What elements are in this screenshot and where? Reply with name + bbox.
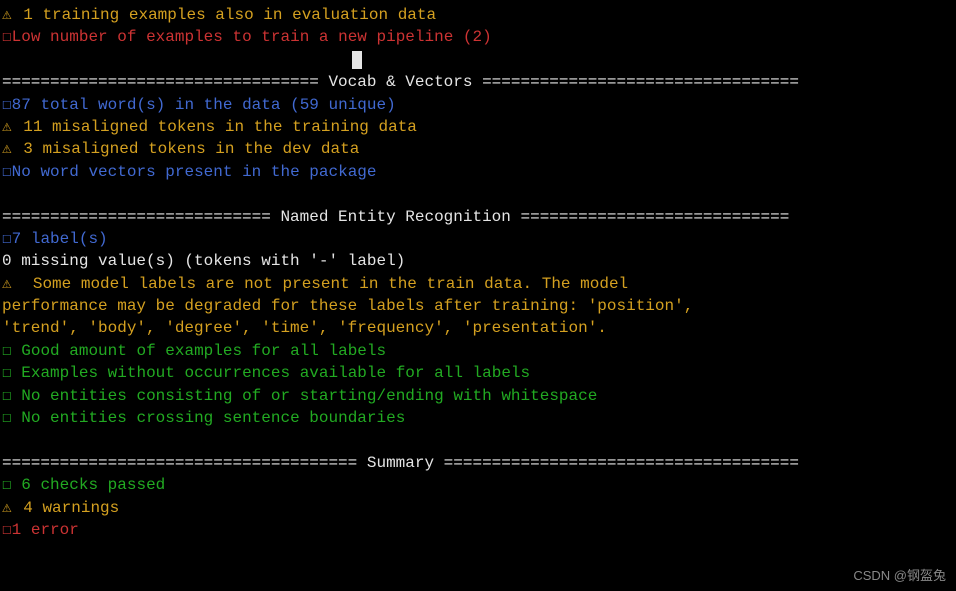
blank-line: [0, 429, 956, 451]
warning-icon: [2, 140, 14, 158]
success-text: Good amount of examples for all labels: [12, 342, 386, 360]
warning-text: 3 misaligned tokens in the dev data: [14, 140, 360, 158]
warning-text: Some model labels are not present in the…: [14, 275, 629, 293]
summary-errors: 1 error: [0, 519, 956, 541]
info-icon: [2, 96, 12, 114]
check-icon: [2, 387, 12, 405]
warning-continuation: 'trend', 'body', 'degree', 'time', 'freq…: [0, 317, 956, 339]
warning-icon: [2, 499, 14, 517]
info-icon: [2, 230, 12, 248]
warning-continuation: performance may be degraded for these la…: [0, 295, 956, 317]
info-icon: [2, 163, 12, 181]
info-text: No word vectors present in the package: [12, 163, 377, 181]
info-line: No word vectors present in the package: [0, 161, 956, 183]
info-text: 87 total word(s) in the data (59 unique): [12, 96, 396, 114]
text-cursor: [352, 51, 362, 69]
info-line: 87 total word(s) in the data (59 unique): [0, 94, 956, 116]
section-header-summary: ===================================== Su…: [0, 452, 956, 474]
summary-passed-text: 6 checks passed: [12, 476, 166, 494]
warning-line: 11 misaligned tokens in the training dat…: [0, 116, 956, 138]
warning-line: 3 misaligned tokens in the dev data: [0, 138, 956, 160]
check-icon: [2, 342, 12, 360]
error-line: Low number of examples to train a new pi…: [0, 26, 956, 48]
check-icon: [2, 364, 12, 382]
success-line: No entities crossing sentence boundaries: [0, 407, 956, 429]
info-line: 7 label(s): [0, 228, 956, 250]
summary-errors-text: 1 error: [12, 521, 79, 539]
warning-text: 1 training examples also in evaluation d…: [14, 6, 436, 24]
summary-warnings: 4 warnings: [0, 497, 956, 519]
summary-warnings-text: 4 warnings: [14, 499, 120, 517]
plain-line: 0 missing value(s) (tokens with '-' labe…: [0, 250, 956, 272]
warning-icon: [2, 118, 14, 136]
watermark: CSDN @钢盔兔: [853, 567, 946, 585]
warning-icon: [2, 275, 14, 293]
error-icon: [2, 28, 12, 46]
section-header-ner: ============================ Named Entit…: [0, 206, 956, 228]
success-text: No entities consisting of or starting/en…: [12, 387, 598, 405]
success-line: No entities consisting of or starting/en…: [0, 385, 956, 407]
blank-line: [0, 183, 956, 205]
warning-icon: [2, 6, 14, 24]
error-icon: [2, 521, 12, 539]
warning-text: 11 misaligned tokens in the training dat…: [14, 118, 417, 136]
info-text: 7 label(s): [12, 230, 108, 248]
check-icon: [2, 476, 12, 494]
summary-passed: 6 checks passed: [0, 474, 956, 496]
cursor-line: [0, 49, 956, 71]
error-text: Low number of examples to train a new pi…: [12, 28, 492, 46]
warning-line: 1 training examples also in evaluation d…: [0, 4, 956, 26]
success-text: Examples without occurrences available f…: [12, 364, 530, 382]
warning-line: Some model labels are not present in the…: [0, 273, 956, 295]
success-text: No entities crossing sentence boundaries: [12, 409, 406, 427]
section-header-vocab: ================================= Vocab …: [0, 71, 956, 93]
success-line: Good amount of examples for all labels: [0, 340, 956, 362]
check-icon: [2, 409, 12, 427]
success-line: Examples without occurrences available f…: [0, 362, 956, 384]
